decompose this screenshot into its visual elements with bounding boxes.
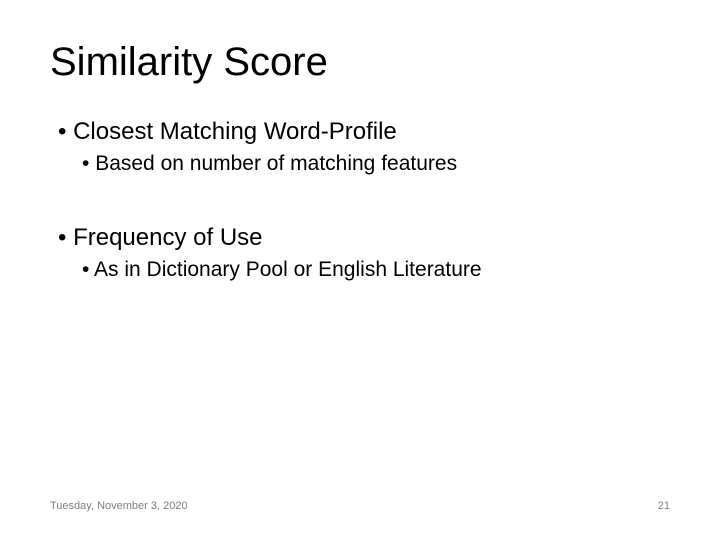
spacer (58, 206, 658, 224)
slide-body: Closest Matching Word-Profile Based on n… (58, 118, 658, 312)
footer-page-number: 21 (658, 500, 670, 512)
bullet-level2: Based on number of matching features (82, 152, 658, 176)
slide: Similarity Score Closest Matching Word-P… (0, 0, 720, 540)
bullet-level2: As in Dictionary Pool or English Literat… (82, 258, 658, 282)
bullet-level1: Frequency of Use (58, 224, 658, 252)
slide-title: Similarity Score (50, 40, 328, 85)
bullet-level1: Closest Matching Word-Profile (58, 118, 658, 146)
footer-date: Tuesday, November 3, 2020 (50, 500, 188, 512)
